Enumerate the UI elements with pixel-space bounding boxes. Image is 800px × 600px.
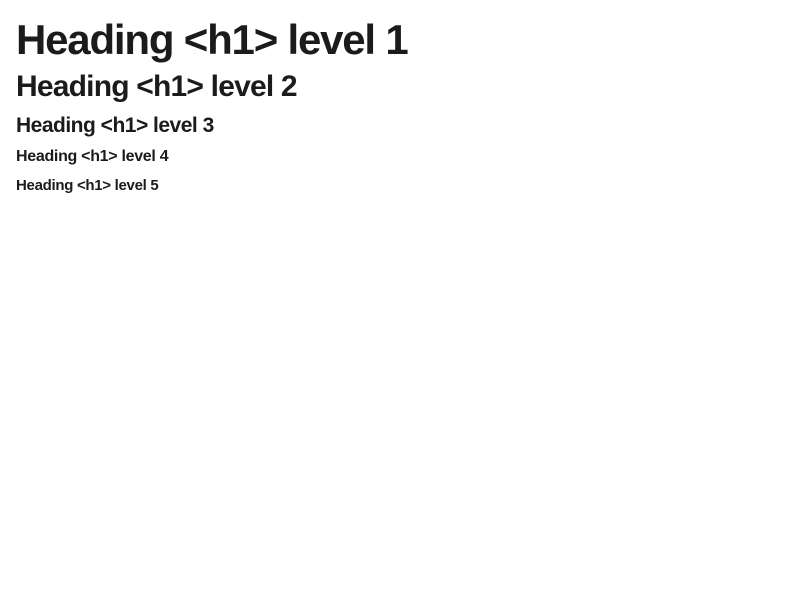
headings-container: Heading <h1> level 1 Heading <h1> level … <box>16 0 776 194</box>
heading-level-3: Heading <h1> level 3 <box>16 114 214 137</box>
heading-level-4: Heading <h1> level 4 <box>16 148 169 165</box>
heading-level-1: Heading <h1> level 1 <box>16 16 409 63</box>
heading-level-5: Heading <h1> level 5 <box>16 177 159 194</box>
heading-level-2: Heading <h1> level 2 <box>16 70 298 103</box>
